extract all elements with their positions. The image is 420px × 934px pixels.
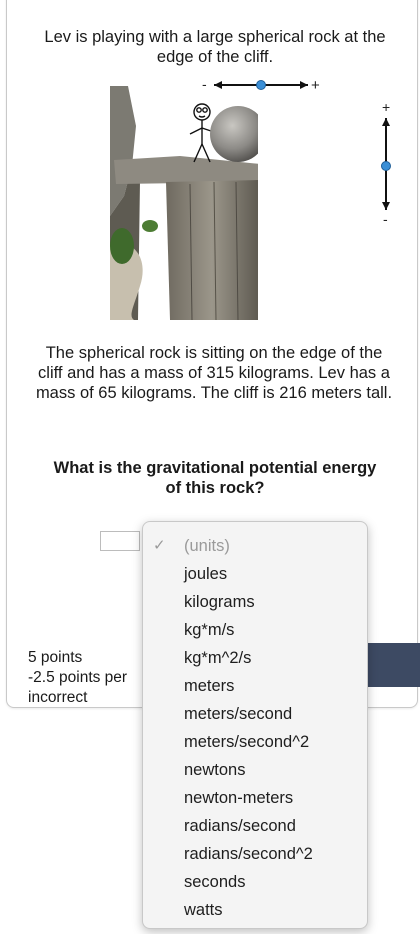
up-arrow-icon [382, 118, 390, 126]
units-dropdown-menu[interactable]: ✓ (units) joules kilograms kg*m/s kg*m^2… [142, 521, 368, 929]
penalty-suffix: incorrect [28, 689, 88, 706]
cliff-face [166, 180, 258, 320]
units-option-placeholder[interactable]: ✓ (units) [143, 532, 367, 560]
down-arrow-icon [382, 202, 390, 210]
vertical-slider-knob[interactable] [381, 161, 391, 171]
units-option[interactable]: newton-meters [143, 784, 367, 812]
right-arrow-icon [300, 81, 308, 89]
spherical-rock [210, 106, 258, 162]
submit-button[interactable] [362, 643, 420, 687]
green-shrub [142, 220, 158, 232]
answer-input[interactable] [100, 531, 140, 551]
horizontal-slider-plus-label: + [311, 77, 320, 94]
units-option[interactable]: kg*m/s [143, 616, 367, 644]
vertical-slider-plus-label: + [382, 100, 390, 115]
problem-description: The spherical rock is sitting on the edg… [35, 344, 393, 402]
units-option[interactable]: meters/second^2 [143, 728, 367, 756]
units-option[interactable]: meters/second [143, 700, 367, 728]
units-option[interactable]: meters [143, 672, 367, 700]
vertical-slider-minus-label: - [383, 211, 388, 227]
cliff-illustration [110, 86, 258, 320]
scoring-info: 5 points -2.5 points per incorrect [28, 648, 148, 708]
units-option[interactable]: watts [143, 896, 367, 924]
units-option[interactable]: radians/second [143, 812, 367, 840]
points-value: 5 points [28, 649, 83, 666]
units-option[interactable]: kilograms [143, 588, 367, 616]
units-option[interactable]: radians/second^2 [143, 840, 367, 868]
checkmark-icon: ✓ [153, 537, 166, 554]
vertical-slider[interactable]: + - [374, 100, 398, 228]
green-shrub [110, 228, 134, 264]
units-option[interactable]: newtons [143, 756, 367, 784]
question-text: What is the gravitational potential ener… [53, 459, 377, 497]
problem-intro: Lev is playing with a large spherical ro… [44, 28, 386, 66]
penalty-text: -2.5 points per [28, 669, 128, 686]
units-option[interactable]: joules [143, 560, 367, 588]
units-option[interactable]: seconds [143, 868, 367, 896]
units-option[interactable]: kg*m^2/s [143, 644, 367, 672]
